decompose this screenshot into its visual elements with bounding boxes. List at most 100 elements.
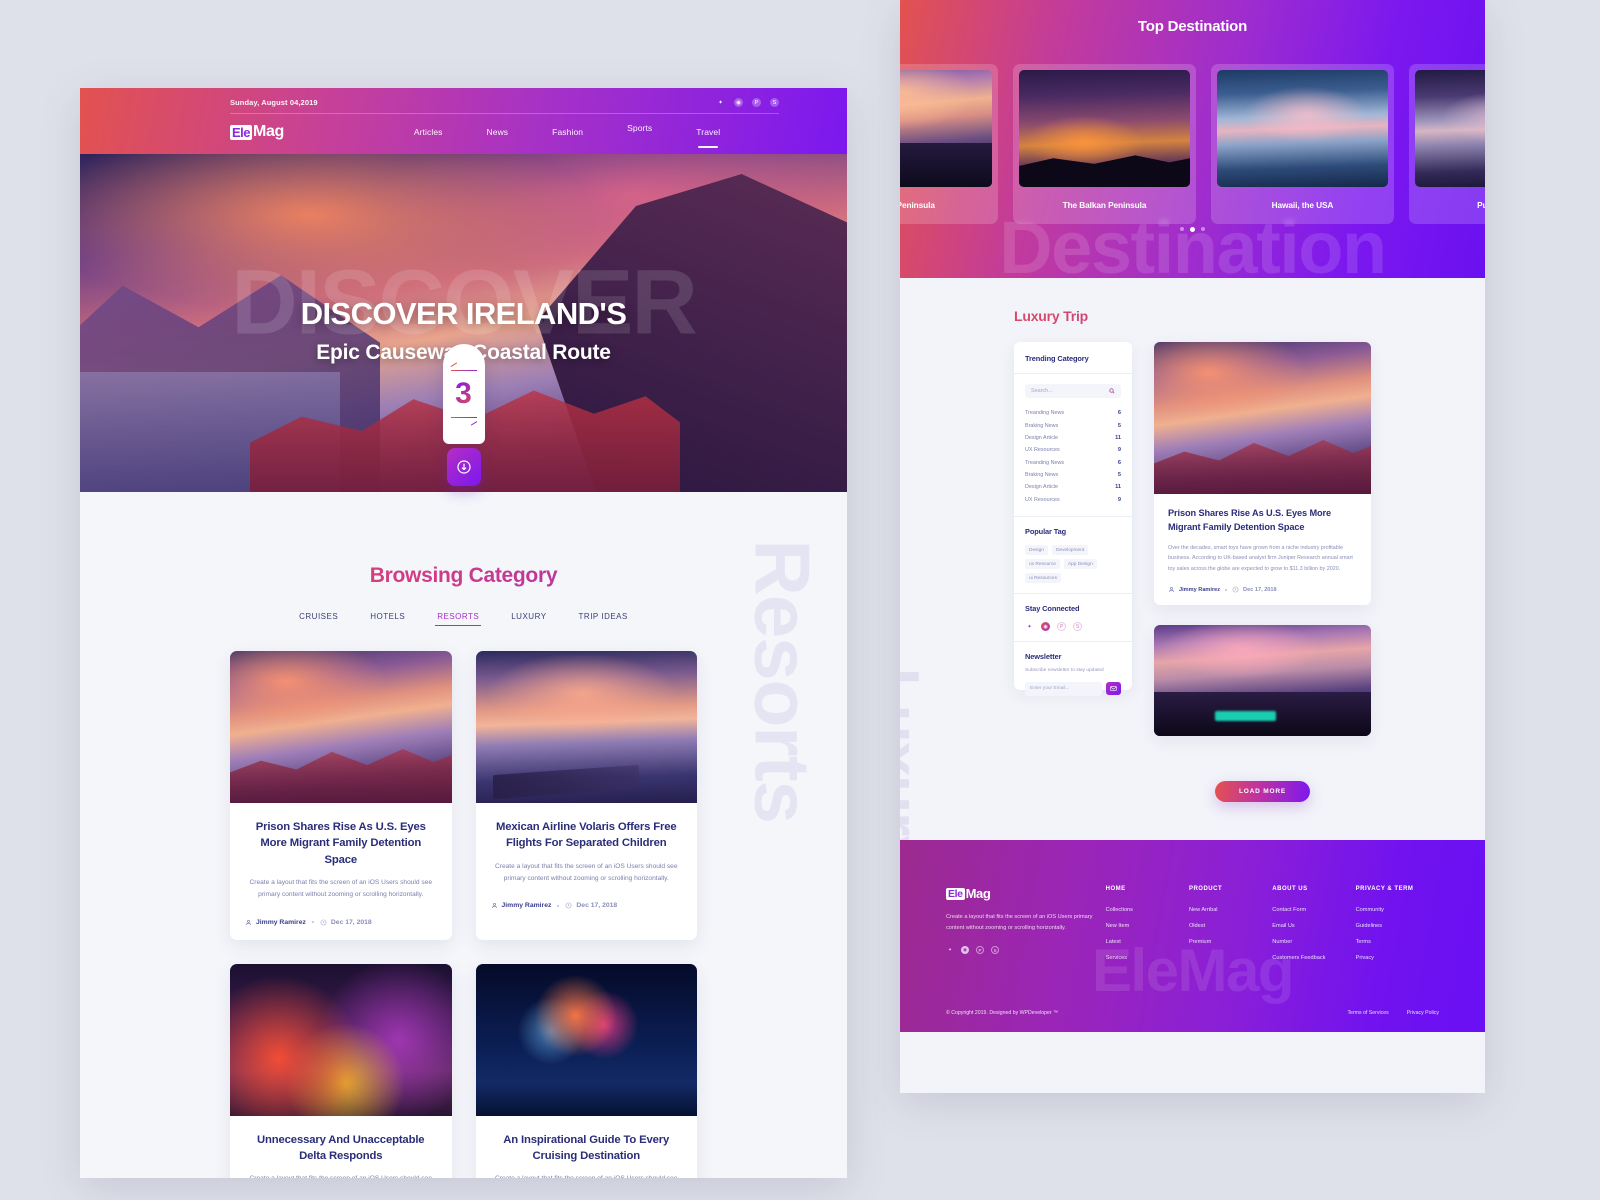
footer-link[interactable]: Contact Form bbox=[1272, 907, 1355, 913]
article-card[interactable]: Prison Shares Rise As U.S. Eyes More Mig… bbox=[1154, 342, 1371, 606]
footer-link[interactable]: Number bbox=[1272, 939, 1355, 945]
top-destination-section: Destination Top Destination lkan Peninsu… bbox=[900, 0, 1485, 278]
footer-link[interactable]: Community bbox=[1356, 907, 1439, 913]
footer-link[interactable]: Collections bbox=[1106, 907, 1189, 913]
footer-link[interactable]: Email Us bbox=[1272, 923, 1355, 929]
destination-card[interactable]: Hawaii, the USA bbox=[1211, 64, 1394, 224]
luxury-watermark: Luxury bbox=[900, 668, 931, 869]
list-item-count: 6 bbox=[1117, 459, 1121, 466]
tag-chip[interactable]: ui Resources bbox=[1025, 573, 1061, 583]
list-item[interactable]: Treanding News 6 bbox=[1025, 457, 1121, 469]
tab-trip-ideas[interactable]: TRIP IDEAS bbox=[563, 612, 644, 621]
footer-link[interactable]: Customers Feedback bbox=[1272, 955, 1355, 961]
list-item[interactable]: Treanding News 6 bbox=[1025, 407, 1121, 419]
primary-nav-row: Ele Mag Articles News Fashion Sports Trav… bbox=[80, 114, 847, 141]
email-field[interactable]: Enter your Email... bbox=[1025, 681, 1102, 696]
list-item[interactable]: UX Resources 9 bbox=[1025, 444, 1121, 456]
skype-icon[interactable]: S bbox=[770, 98, 779, 107]
skype-icon[interactable]: S bbox=[1073, 622, 1082, 631]
article-thumbnail bbox=[475, 963, 697, 1116]
footer-link[interactable]: Oldest bbox=[1189, 923, 1272, 929]
tab-luxury[interactable]: LUXURY bbox=[495, 612, 562, 621]
article-card-body: An Inspirational Guide To Every Cruising… bbox=[476, 1116, 698, 1179]
list-item-label: Design Article bbox=[1025, 484, 1058, 491]
nav-item-news[interactable]: News bbox=[465, 127, 531, 137]
list-item[interactable]: Braking News 5 bbox=[1025, 469, 1121, 481]
carousel-pagination[interactable] bbox=[900, 226, 1485, 232]
carousel-dot[interactable] bbox=[1201, 226, 1206, 231]
article-title: Mexican Airline Volaris Offers Free Flig… bbox=[495, 821, 677, 850]
carousel-dot[interactable] bbox=[1179, 226, 1184, 231]
search-input[interactable]: Search... bbox=[1031, 388, 1053, 394]
luxury-article-column: Prison Shares Rise As U.S. Eyes More Mig… bbox=[1154, 342, 1371, 803]
destination-card[interactable]: The Balkan Peninsula bbox=[1013, 64, 1196, 224]
tag-chip[interactable]: App Design bbox=[1063, 559, 1097, 569]
footer-link[interactable]: Latest bbox=[1106, 939, 1189, 945]
footer-link[interactable]: Premium bbox=[1189, 939, 1272, 945]
tab-resorts[interactable]: RESORTS bbox=[421, 612, 495, 626]
load-more-wrapper: LOAD MORE bbox=[1154, 756, 1371, 803]
pinterest-icon[interactable]: P bbox=[1057, 622, 1066, 631]
list-item[interactable]: Design Article 11 bbox=[1025, 481, 1121, 493]
widget-divider bbox=[1014, 373, 1132, 374]
slider-prev-arrow-icon[interactable] bbox=[450, 366, 477, 375]
terms-of-services-link[interactable]: Terms of Services bbox=[1347, 1010, 1388, 1016]
footer-bottom-bar: © Copyright 2019. Designed by WPDevelope… bbox=[946, 1010, 1439, 1016]
tag-chip[interactable]: ux Resource bbox=[1025, 559, 1060, 569]
nav-item-travel[interactable]: Travel bbox=[674, 127, 742, 137]
instagram-icon[interactable]: ◉ bbox=[734, 98, 743, 107]
skype-icon[interactable]: S bbox=[991, 946, 999, 955]
article-card[interactable]: Mexican Airline Volaris Offers Free Flig… bbox=[475, 651, 698, 940]
slider-control[interactable]: 3 bbox=[442, 344, 485, 444]
destination-card[interactable]: Puebla, Mex bbox=[1409, 64, 1485, 224]
article-card[interactable]: Prison Shares Rise As U.S. Eyes More Mig… bbox=[1154, 625, 1371, 737]
carousel-dot-active[interactable] bbox=[1189, 226, 1196, 232]
article-card[interactable]: Unnecessary And Unacceptable Delta Respo… bbox=[230, 963, 452, 1178]
list-item-count: 9 bbox=[1117, 496, 1121, 503]
footer-link[interactable]: Services bbox=[1106, 955, 1189, 961]
tab-cruises[interactable]: CRUISES bbox=[283, 612, 354, 621]
list-item[interactable]: Design Article 11 bbox=[1025, 432, 1121, 444]
footer-link[interactable]: Privacy bbox=[1356, 955, 1439, 961]
sidebar-social-links: ✦ ◉ P S bbox=[1025, 622, 1121, 631]
twitter-icon[interactable]: ✦ bbox=[946, 946, 954, 954]
list-item-count: 11 bbox=[1115, 434, 1121, 441]
article-thumbnail bbox=[230, 963, 452, 1116]
footer-link[interactable]: New Item bbox=[1106, 923, 1189, 929]
twitter-icon[interactable]: ✦ bbox=[1025, 622, 1034, 631]
nav-item-sports[interactable]: Sports bbox=[605, 123, 674, 133]
instagram-icon[interactable]: ◉ bbox=[961, 946, 969, 955]
pinterest-icon[interactable]: P bbox=[752, 98, 761, 107]
twitter-icon[interactable]: ✦ bbox=[716, 98, 725, 107]
article-card[interactable]: Prison Shares Rise As U.S. Eyes More Mig… bbox=[230, 651, 452, 940]
nav-item-articles[interactable]: Articles bbox=[392, 127, 465, 137]
scroll-down-button[interactable] bbox=[446, 448, 481, 486]
article-card[interactable]: An Inspirational Guide To Every Cruising… bbox=[475, 963, 698, 1179]
popular-tag-list: Design Development ux Resource App Desig… bbox=[1025, 545, 1121, 583]
instagram-icon[interactable]: ◉ bbox=[1041, 622, 1050, 631]
list-item[interactable]: Braking News 5 bbox=[1025, 419, 1121, 431]
destination-thumbnail bbox=[1217, 70, 1388, 187]
list-item[interactable]: UX Resources 9 bbox=[1025, 494, 1121, 506]
tag-chip[interactable]: Design bbox=[1025, 545, 1048, 555]
sidebar-search[interactable]: Search... bbox=[1025, 384, 1121, 398]
privacy-policy-link[interactable]: Privacy Policy bbox=[1407, 1010, 1439, 1016]
slider-next-arrow-icon[interactable] bbox=[450, 413, 477, 422]
site-logo[interactable]: Ele Mag bbox=[230, 123, 284, 141]
article-card-body: Mexican Airline Volaris Offers Free Flig… bbox=[476, 803, 698, 923]
nav-item-fashion[interactable]: Fashion bbox=[530, 127, 605, 137]
article-meta: Jimmy Ramirez Dec 17, 2018 bbox=[491, 902, 683, 909]
footer-link[interactable]: Guidelines bbox=[1356, 923, 1439, 929]
search-icon[interactable] bbox=[1109, 388, 1115, 394]
pinterest-icon[interactable]: P bbox=[976, 946, 984, 955]
tab-hotels[interactable]: HOTELS bbox=[354, 612, 421, 621]
footer-link[interactable]: New Arribal bbox=[1189, 907, 1272, 913]
footer-logo[interactable]: Ele Mag bbox=[946, 886, 1106, 901]
footer-logo-rest-text: Mag bbox=[965, 886, 991, 902]
destination-card[interactable]: lkan Peninsula bbox=[900, 64, 998, 224]
tag-chip[interactable]: Development bbox=[1051, 545, 1089, 555]
newsletter-submit-button[interactable] bbox=[1106, 682, 1121, 696]
load-more-button[interactable]: LOAD MORE bbox=[1215, 781, 1310, 803]
footer-link[interactable]: Terms bbox=[1356, 939, 1439, 945]
destination-carousel[interactable]: lkan Peninsula The Balkan Peninsula Hawa… bbox=[900, 35, 1485, 224]
